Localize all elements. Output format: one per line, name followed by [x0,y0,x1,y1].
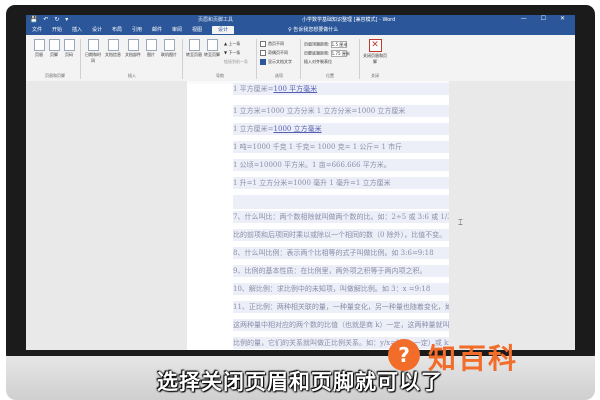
online-picture-button[interactable]: 联机图片 [160,39,178,58]
checkbox-icon [260,41,266,47]
text-line[interactable]: 1 升=1 立方分米=1000 毫升 1 毫升=1 立方厘米 [233,177,449,189]
header-button[interactable]: 页眉 [32,39,46,58]
tab-mailings[interactable]: 邮件 [152,26,162,34]
tab-references[interactable]: 引用 [132,26,142,34]
doc-info-button[interactable]: 文档信息 [104,39,122,58]
group-label-close: 关闭 [371,73,379,78]
text-line[interactable]: 1 吨=1000 千克 1 千克= 1000 克= 1 公斤= 1 市斤 [233,141,449,153]
group-separator [256,39,257,79]
window-controls[interactable]: — ☐ ✕ [521,15,571,22]
arrow-up-icon: ▲ [224,41,228,46]
footer-icon [48,39,60,51]
goto-footer-icon [206,39,218,51]
tab-layout[interactable]: 布局 [112,26,122,34]
insert-alignment-tab-button[interactable]: 插入对齐制表位 [304,59,332,65]
document-page[interactable]: 1 平方厘米=100 平方毫米 1 立方米=1000 立方分米 1 立方分米=1… [187,81,449,350]
calendar-icon [87,39,99,51]
link-to-previous-button[interactable]: 链接到前一条 [224,59,248,65]
group-separator [359,39,360,79]
tab-insert[interactable]: 插入 [72,26,82,34]
picture-button[interactable]: 图片 [144,39,158,58]
blank-line[interactable] [233,195,449,209]
text-line[interactable]: 9、比例的基本性质：在比例里，两外项之积等于两内项之积。 [233,265,449,277]
footer-bottom-distance: 页脚底端距离: 1.75 厘米 [304,50,350,57]
next-button[interactable]: ▼ 下一条 [224,50,240,56]
checkbox-checked-icon [260,59,266,65]
goto-header-button[interactable]: 转至页眉 [186,39,202,58]
text-line[interactable]: 8、什么叫比例：表示两个比相等的式子叫做比例。如 3:6=9:18 [233,247,449,259]
document-title: 小学数学基础知识整理 [兼容模式] - Word [302,17,396,23]
video-subtitle: 选择关闭页眉和页脚就可以了 [157,370,443,394]
text-line[interactable]: 11、正比例：两种相关联的量，一种量变化，另一种量也随着变化，如果 [233,301,449,313]
goto-header-icon [188,39,200,51]
text-line[interactable]: 这两种量中相对应的两个数的比值（也就是商 k）一定，这两种量就叫做正 [233,319,449,331]
context-tools-label: 页眉和页脚工具 [198,17,234,23]
quick-access-toolbar[interactable]: 💾 ↶ ↻ ▾ [30,16,70,23]
quick-parts-button[interactable]: 文档部件 [124,39,142,58]
checkbox-icon [260,50,266,56]
text-line[interactable]: 1 公顷=10000 平方米。1 亩=666.666 平方米。 [233,159,449,171]
group-separator [80,39,81,79]
title-bar: 💾 ↶ ↻ ▾ 页眉和页脚工具 小学数学基础知识整理 [兼容模式] - Word… [26,15,575,25]
tab-review[interactable]: 审阅 [172,26,182,34]
ribbon-tabs: 文件 开始 插入 设计 布局 引用 邮件 审阅 视图 设计 ♀ 告诉我您想要做什… [26,25,575,35]
quick-parts-icon [127,39,139,51]
footer-bottom-input[interactable]: 1.75 厘米 [330,50,350,57]
tell-me-search[interactable]: ♀ 告诉我您想要做什么 [288,26,338,34]
group-label-insert: 插入 [128,73,136,78]
header-top-input[interactable]: 1.5 厘米 [330,41,347,48]
close-icon: ✕ [368,39,382,52]
footer-button[interactable]: 页脚 [47,39,61,58]
doc-info-icon [107,39,119,51]
page-number-icon [63,39,75,51]
arrow-down-icon: ▼ [224,50,228,55]
header-icon [33,39,45,51]
show-document-text-checkbox[interactable]: 显示文档文字 [260,59,292,65]
page-number-button[interactable]: 页码 [62,39,76,58]
group-label-header-footer: 页眉和页脚 [45,73,65,78]
online-picture-icon [163,39,175,51]
mouse-cursor-icon: ⌶ [458,218,463,227]
document-workspace: 1 平方厘米=100 平方毫米 1 立方米=1000 立方分米 1 立方分米=1… [26,81,575,350]
group-separator [182,39,183,79]
close-header-footer-button[interactable]: ✕ 关闭页眉和页脚 [362,39,388,65]
word-window: 💾 ↶ ↻ ▾ 页眉和页脚工具 小学数学基础知识整理 [兼容模式] - Word… [26,15,575,350]
goto-footer-button[interactable]: 转至页脚 [204,39,220,58]
previous-button[interactable]: ▲ 上一条 [224,41,240,47]
text-line[interactable]: 1 平方厘米=100 平方毫米 [233,83,449,95]
text-line[interactable]: 10、解比例：求比例中的未知项，叫做解比例。如 3：x =9:18 [233,283,449,295]
ribbon: 页眉 页脚 页码 页眉和页脚 日期和时间 文档信息 文档部件 图片 联机图片 插… [26,35,575,82]
tab-file[interactable]: 文件 [32,26,42,34]
tab-view[interactable]: 视图 [192,26,202,34]
different-first-page-checkbox[interactable]: 首页不同 [260,41,284,47]
date-time-button[interactable]: 日期和时间 [84,39,102,64]
tab-header-footer-design[interactable]: 设计 [212,26,235,34]
picture-icon [145,39,157,51]
header-top-distance: 页眉顶端距离: 1.5 厘米 [304,41,348,48]
tab-home[interactable]: 开始 [52,26,62,34]
tab-design[interactable]: 设计 [92,26,102,34]
group-label-options: 选项 [275,73,283,78]
text-line[interactable]: 1 立方厘米=1000 立方毫米 [233,123,449,135]
group-separator [300,39,301,79]
text-line[interactable]: 7、什么叫比：两个数相除就叫做两个数的比。如：2÷5 或 3:6 或 1/3 [233,211,449,223]
text-line[interactable]: 比的前项和后项同时乘以或除以一个相同的数（0 除外），比值不变。 [233,229,449,241]
group-label-navigation: 导航 [216,73,224,78]
odd-even-checkbox[interactable]: 奇偶页不同 [260,50,288,56]
text-line[interactable]: 1 立方米=1000 立方分米 1 立方分米=1000 立方厘米 [233,105,449,117]
group-label-position: 位置 [326,73,334,78]
